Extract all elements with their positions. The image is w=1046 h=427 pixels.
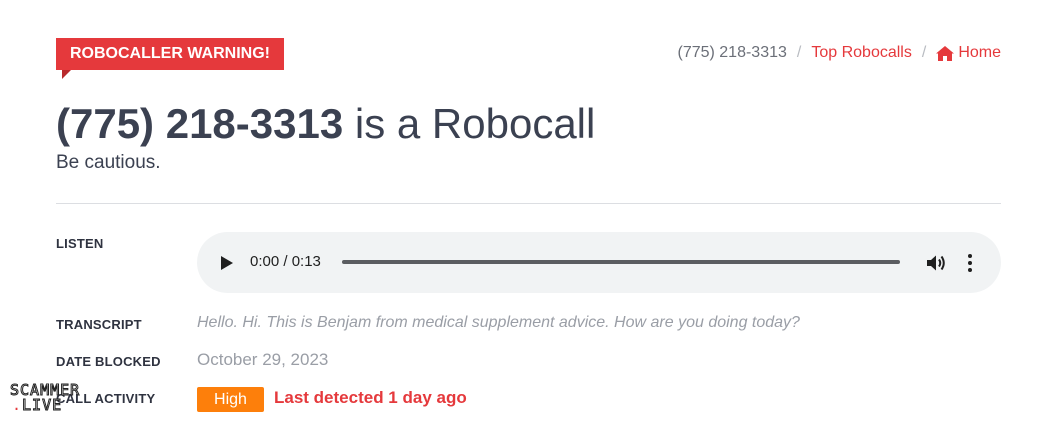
listen-label: LISTEN [56,236,104,251]
more-icon[interactable] [967,253,973,273]
volume-icon[interactable] [926,253,946,273]
date-blocked-label: DATE BLOCKED [56,354,161,369]
page-title: (775) 218-3313 is a Robocall [56,98,595,150]
date-blocked-value: October 29, 2023 [197,350,329,369]
phone-number: (775) 218-3313 [56,100,344,147]
scammer-live-watermark: SCAMMER .LIVE [9,382,80,414]
audio-player[interactable]: 0:00 / 0:13 [197,232,1001,293]
audio-progress-track[interactable] [342,260,900,264]
play-icon[interactable] [221,256,233,270]
breadcrumb-top-robocalls-link[interactable]: Top Robocalls [811,43,912,63]
last-detected-text: Last detected 1 day ago [274,388,467,407]
title-suffix: is a Robocall [343,100,596,147]
transcript-text: Hello. Hi. This is Benjam from medical s… [197,314,800,331]
audio-time: 0:00 / 0:13 [250,253,321,270]
breadcrumb-current: (775) 218-3313 [677,44,787,61]
breadcrumb-home-link[interactable]: Home [936,43,1001,63]
breadcrumb-separator: / [921,44,927,61]
transcript-label: TRANSCRIPT [56,317,142,332]
ribbon-fold [62,70,71,79]
robocaller-warning-ribbon: ROBOCALLER WARNING! [56,38,284,70]
divider [56,203,1001,204]
home-icon [936,45,955,61]
breadcrumb-separator: / [796,44,802,61]
breadcrumb: (775) 218-3313 / Top Robocalls / Home [677,43,1001,63]
home-link-label: Home [958,44,1001,61]
watermark-dot: . [12,396,23,414]
page-subtitle: Be cautious. [56,152,161,173]
activity-level-badge: High [197,387,264,412]
watermark-line2: LIVE [22,396,63,414]
